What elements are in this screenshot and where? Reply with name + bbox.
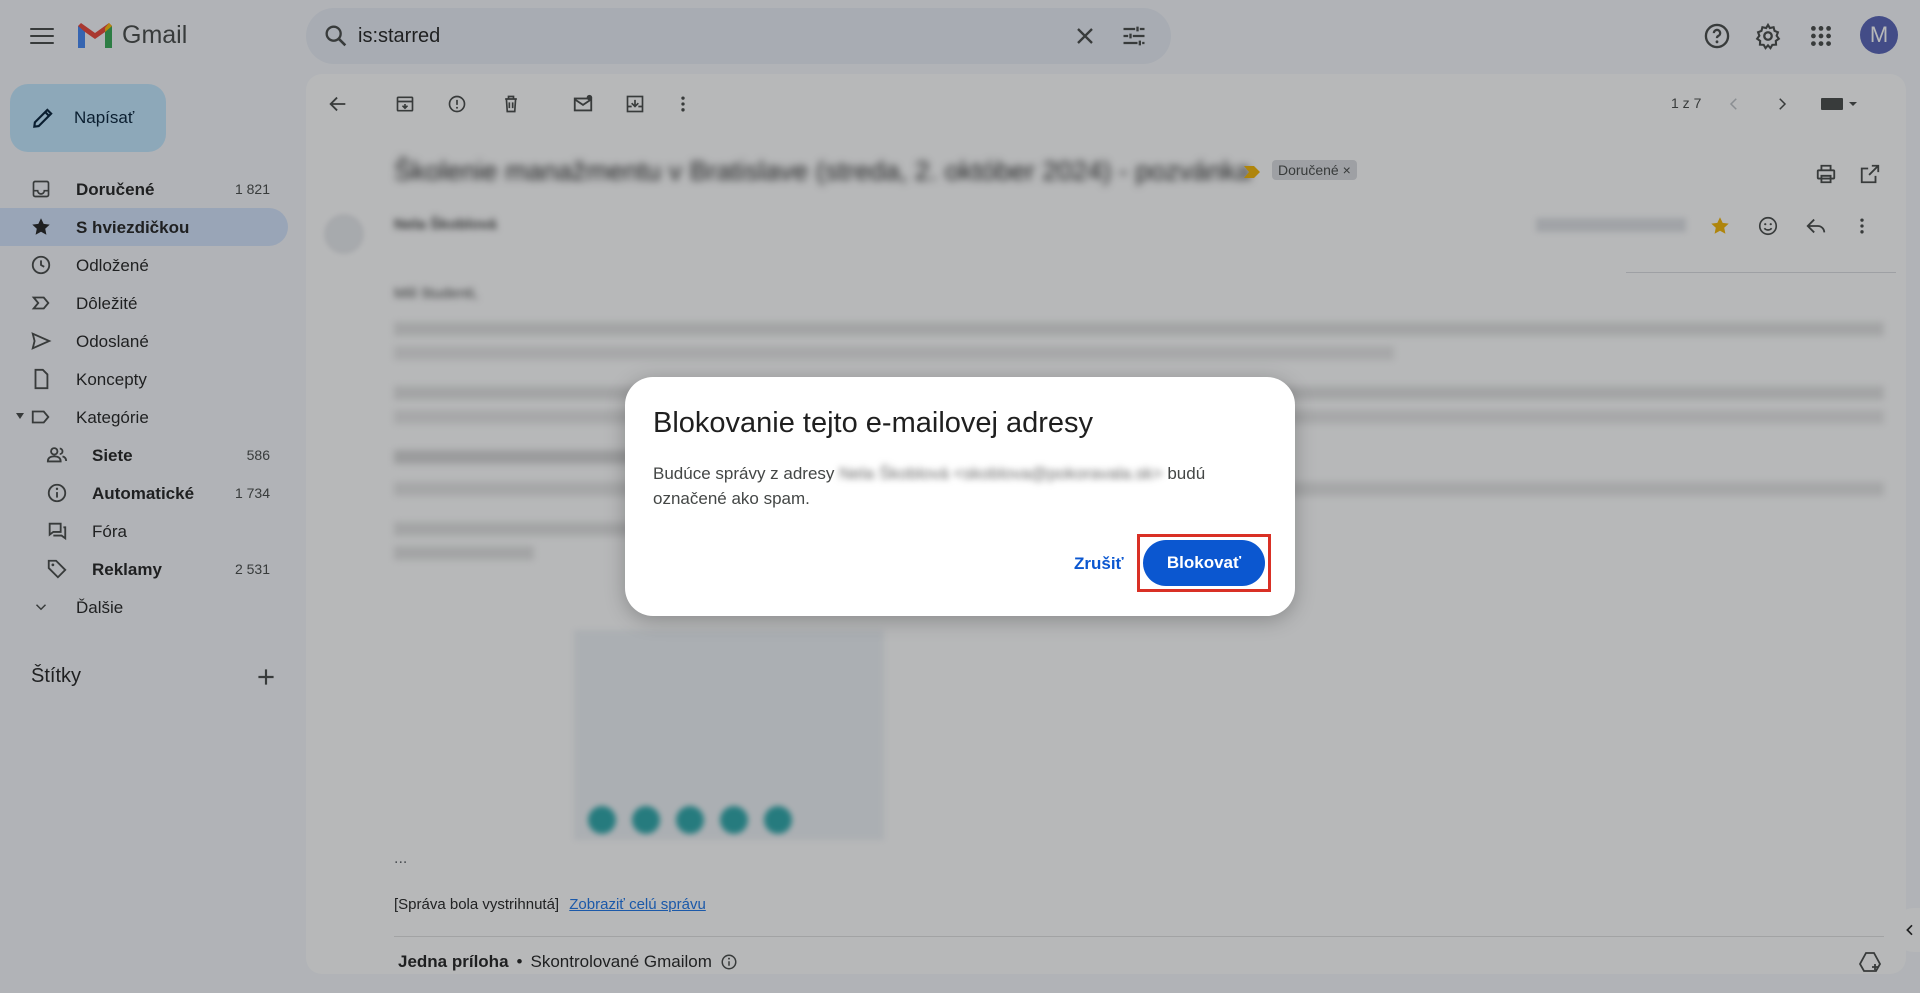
block-sender-dialog: Blokovanie tejto e-mailovej adresy Budúc… [625,377,1295,616]
block-button[interactable]: Blokovať [1143,540,1265,586]
dialog-text-before: Budúce správy z adresy [653,464,835,483]
blocked-email-address: Nela Škoblová <skoblova@pokoravala.sk> [839,464,1163,483]
cancel-button[interactable]: Zrušiť [1062,542,1136,586]
dialog-title: Blokovanie tejto e-mailovej adresy [653,407,1094,439]
dialog-message: Budúce správy z adresy Nela Škoblová <sk… [653,461,1263,511]
